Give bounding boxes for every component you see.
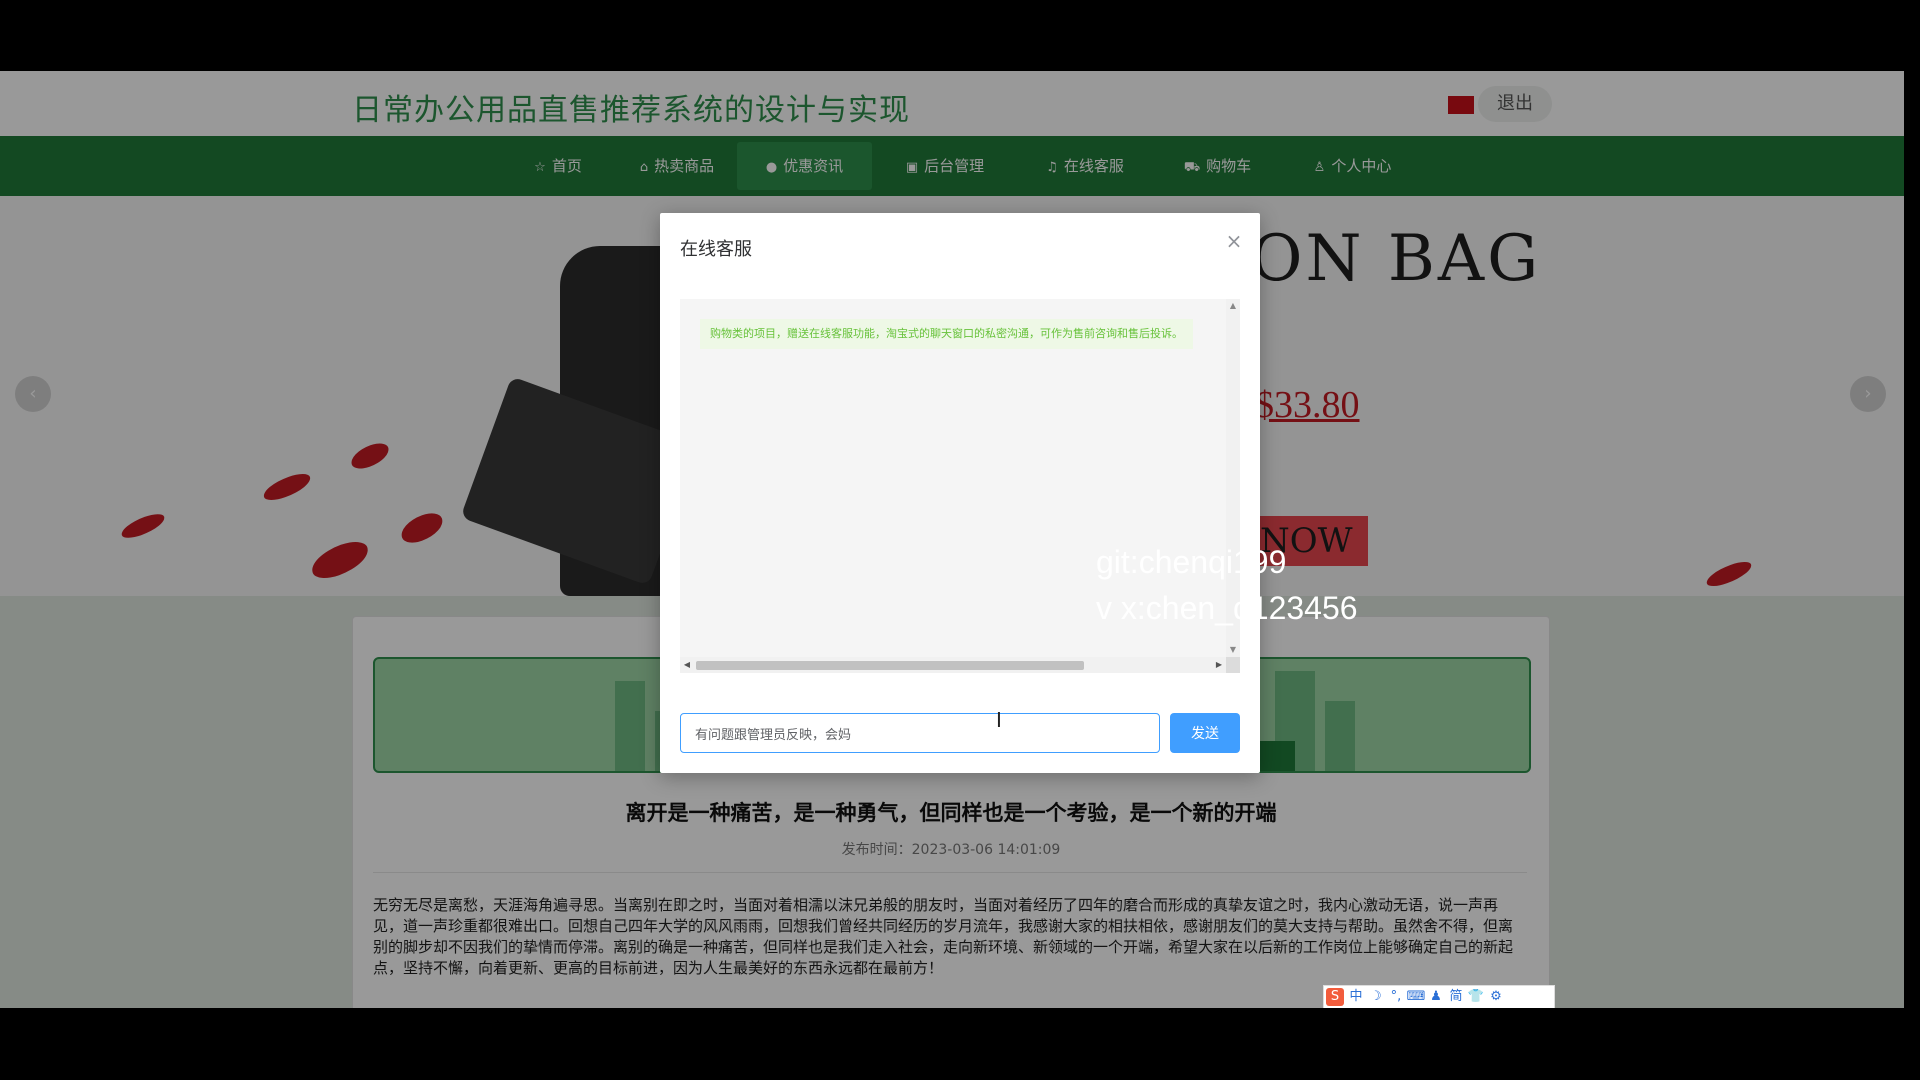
ime-chinese-mode[interactable]: 中 [1346, 986, 1366, 1008]
ime-toolbar: S 中 ☽ °, ⌨ ♟ 简 👕 ⚙ [1323, 985, 1555, 1008]
ime-settings-icon[interactable]: ⚙ [1486, 986, 1506, 1008]
send-button[interactable]: 发送 [1170, 713, 1240, 753]
horizontal-scrollbar[interactable]: ◀ ▶ [680, 657, 1226, 673]
ime-half-width-icon[interactable]: ☽ [1366, 986, 1386, 1008]
text-cursor-icon: I [996, 708, 1002, 732]
scroll-right-arrow-icon[interactable]: ▶ [1212, 657, 1226, 673]
browser-viewport: 日常办公用品直售推荐系统的设计与实现 退出 ☆ 首页 ⌂ 热卖商品 ● 优惠资讯 ▣ 后… [0, 71, 1904, 1008]
chat-dialog: 在线客服 × 购物类的项目，赠送在线客服功能，淘宝式的聊天窗口的私密沟通，可作为… [660, 213, 1260, 773]
watermark-line: git:chenqi199 [1096, 544, 1287, 580]
close-icon[interactable]: × [1222, 229, 1246, 253]
scrollbar-corner [1226, 657, 1240, 673]
dialog-title: 在线客服 [680, 239, 752, 260]
scroll-left-arrow-icon[interactable]: ◀ [680, 657, 694, 673]
watermark-line: v x:chen_q123456 [1096, 590, 1358, 626]
ime-skin-icon[interactable]: 👕 [1466, 986, 1486, 1008]
scroll-up-arrow-icon[interactable]: ▲ [1226, 299, 1240, 313]
horizontal-scrollbar-thumb[interactable] [696, 661, 1084, 670]
watermark: git:chenqi199 v x:chen_q123456 [1096, 539, 1358, 631]
ime-keyboard-icon[interactable]: ⌨ [1406, 986, 1426, 1008]
ime-simplified-mode[interactable]: 简 [1446, 986, 1466, 1008]
chat-message: 购物类的项目，赠送在线客服功能，淘宝式的聊天窗口的私密沟通，可作为售前咨询和售后… [700, 319, 1193, 349]
ime-punctuation-icon[interactable]: °, [1386, 986, 1406, 1008]
sogou-logo-icon[interactable]: S [1326, 988, 1344, 1006]
ime-user-icon[interactable]: ♟ [1426, 986, 1446, 1008]
scroll-down-arrow-icon[interactable]: ▼ [1226, 643, 1240, 657]
message-input[interactable] [680, 713, 1160, 753]
